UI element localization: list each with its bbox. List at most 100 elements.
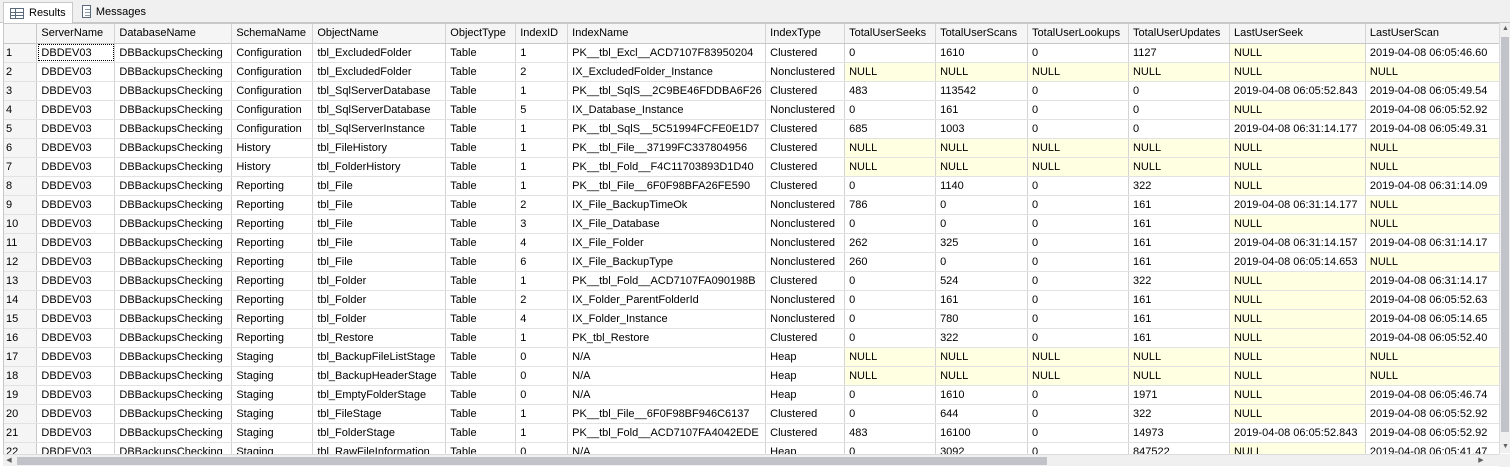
grid-cell[interactable]: NULL [1229, 100, 1366, 120]
grid-cell[interactable]: Nonclustered [765, 309, 846, 329]
grid-cell[interactable]: 0 [1027, 119, 1129, 139]
grid-cell[interactable]: Heap [765, 442, 846, 454]
grid-cell[interactable]: NULL [1128, 138, 1230, 158]
row-number[interactable]: 5 [4, 119, 38, 139]
grid-cell[interactable]: tbl_SqlServerInstance [312, 119, 447, 139]
grid-cell[interactable]: tbl_ExcludedFolder [312, 62, 447, 82]
grid-cell[interactable]: tbl_File [312, 214, 447, 234]
grid-cell[interactable]: DBBackupsChecking [114, 157, 233, 177]
grid-cell[interactable]: 4 [515, 233, 569, 253]
grid-cell[interactable]: IX_File_BackupType [567, 252, 767, 272]
grid-cell[interactable]: tbl_FileHistory [312, 138, 447, 158]
grid-cell[interactable]: 2 [515, 62, 569, 82]
table-row[interactable]: 13 DBDEV03 DBBackupsChecking Reporting tbl_F… [4, 271, 1500, 291]
grid-cell[interactable]: 1 [515, 328, 569, 348]
grid-cell[interactable]: 16100 [935, 423, 1029, 443]
grid-cell[interactable]: PK__tbl_File__6F0F98BFA26FE590 [567, 176, 767, 196]
grid-cell[interactable]: 0 [515, 385, 569, 405]
grid-cell[interactable]: DBDEV03 [36, 252, 116, 272]
horizontal-scrollbar[interactable]: ◀ ▶ [3, 454, 1499, 466]
grid-cell[interactable]: IX_File_Database [567, 214, 767, 234]
grid-cell[interactable]: Nonclustered [765, 214, 846, 234]
grid-cell[interactable]: 2019-04-08 06:31:14.09 [1365, 176, 1500, 196]
grid-cell[interactable]: 0 [935, 214, 1029, 234]
row-number-header[interactable] [4, 24, 38, 44]
grid-cell[interactable]: 1 [515, 176, 569, 196]
grid-cell[interactable]: tbl_Folder [312, 290, 447, 310]
grid-cell[interactable]: 0 [1027, 233, 1129, 253]
grid-cell[interactable]: Clustered [765, 138, 846, 158]
grid-cell[interactable]: Nonclustered [765, 233, 846, 253]
grid-cell[interactable]: Reporting [231, 176, 314, 196]
grid-cell[interactable]: Table [445, 366, 517, 386]
grid-cell[interactable]: NULL [1365, 62, 1500, 82]
grid-cell[interactable]: NULL [1229, 176, 1366, 196]
grid-cell[interactable]: DBBackupsChecking [114, 214, 233, 234]
grid-cell[interactable]: 483 [844, 423, 937, 443]
grid-cell[interactable]: 483 [844, 81, 937, 101]
grid-cell[interactable]: 3092 [935, 442, 1029, 454]
grid-cell[interactable]: 0 [844, 328, 937, 348]
grid-cell[interactable]: 0 [844, 43, 937, 63]
grid-cell[interactable]: 161 [1128, 309, 1230, 329]
grid-cell[interactable]: Clustered [765, 119, 846, 139]
grid-cell[interactable]: NULL [1027, 138, 1129, 158]
grid-cell[interactable]: Table [445, 214, 517, 234]
grid-cell[interactable]: 2019-04-08 06:05:41.47 [1365, 442, 1500, 454]
grid-cell[interactable]: Configuration [231, 100, 314, 120]
grid-cell[interactable]: DBBackupsChecking [114, 290, 233, 310]
grid-cell[interactable]: 0 [1027, 195, 1129, 215]
grid-cell[interactable]: tbl_File [312, 252, 447, 272]
grid-cell[interactable]: Table [445, 442, 517, 454]
grid-cell[interactable]: 0 [1027, 43, 1129, 63]
grid-cell[interactable]: Reporting [231, 271, 314, 291]
grid-cell[interactable]: 322 [1128, 404, 1230, 424]
grid-cell[interactable]: PK__tbl_Excl__ACD7107F83950204 [567, 43, 767, 63]
grid-cell[interactable]: NULL [1229, 62, 1366, 82]
grid-cell[interactable]: DBBackupsChecking [114, 385, 233, 405]
column-header[interactable]: TotalUserLookups [1027, 24, 1129, 44]
grid-cell[interactable]: 2019-04-08 06:05:14.65 [1365, 309, 1500, 329]
grid-cell[interactable]: Table [445, 385, 517, 405]
grid-cell[interactable]: History [231, 157, 314, 177]
grid-cell[interactable]: 322 [1128, 271, 1230, 291]
grid-cell[interactable]: NULL [1365, 138, 1500, 158]
grid-cell[interactable]: tbl_FileStage [312, 404, 447, 424]
grid-cell[interactable]: 2019-04-08 06:31:14.17 [1365, 271, 1500, 291]
grid-cell[interactable]: NULL [1128, 157, 1230, 177]
grid-cell[interactable]: NULL [935, 62, 1029, 82]
grid-cell[interactable]: Clustered [765, 43, 846, 63]
grid-cell[interactable]: 5 [515, 100, 569, 120]
grid-cell[interactable]: 0 [844, 309, 937, 329]
grid-cell[interactable]: Table [445, 252, 517, 272]
results-grid[interactable]: ServerName DatabaseName SchemaName ObjectNa… [3, 23, 1500, 454]
grid-cell[interactable]: tbl_RawFileInformation [312, 442, 447, 454]
grid-cell[interactable]: DBDEV03 [36, 385, 116, 405]
row-number[interactable]: 12 [4, 252, 38, 272]
grid-cell[interactable]: 14973 [1128, 423, 1230, 443]
grid-cell[interactable]: NULL [1229, 366, 1366, 386]
grid-cell[interactable]: tbl_Folder [312, 309, 447, 329]
scroll-right-arrow-icon[interactable]: ▶ [1475, 455, 1487, 466]
column-header[interactable]: ServerName [36, 24, 116, 44]
tab-messages[interactable]: Messages [75, 2, 153, 21]
grid-cell[interactable]: 2019-04-08 06:31:14.177 [1229, 195, 1366, 215]
grid-cell[interactable]: N/A [567, 347, 767, 367]
grid-cell[interactable]: NULL [1229, 328, 1366, 348]
grid-cell[interactable]: 0 [1128, 119, 1230, 139]
grid-cell[interactable]: NULL [1365, 214, 1500, 234]
grid-cell[interactable]: NULL [1027, 366, 1129, 386]
grid-cell[interactable]: Reporting [231, 195, 314, 215]
grid-cell[interactable]: IX_ExcludedFolder_Instance [567, 62, 767, 82]
grid-cell[interactable]: IX_Folder_ParentFolderId [567, 290, 767, 310]
grid-cell[interactable]: DBBackupsChecking [114, 423, 233, 443]
column-header[interactable]: TotalUserSeeks [844, 24, 937, 44]
grid-cell[interactable]: 780 [935, 309, 1029, 329]
grid-cell[interactable]: 0 [1027, 214, 1129, 234]
grid-cell[interactable]: Configuration [231, 81, 314, 101]
horizontal-scroll-thumb[interactable] [17, 457, 1047, 465]
grid-cell[interactable]: DBBackupsChecking [114, 347, 233, 367]
grid-cell[interactable]: 0 [1027, 271, 1129, 291]
grid-cell[interactable]: 161 [1128, 195, 1230, 215]
scroll-left-arrow-icon[interactable]: ◀ [3, 455, 15, 466]
